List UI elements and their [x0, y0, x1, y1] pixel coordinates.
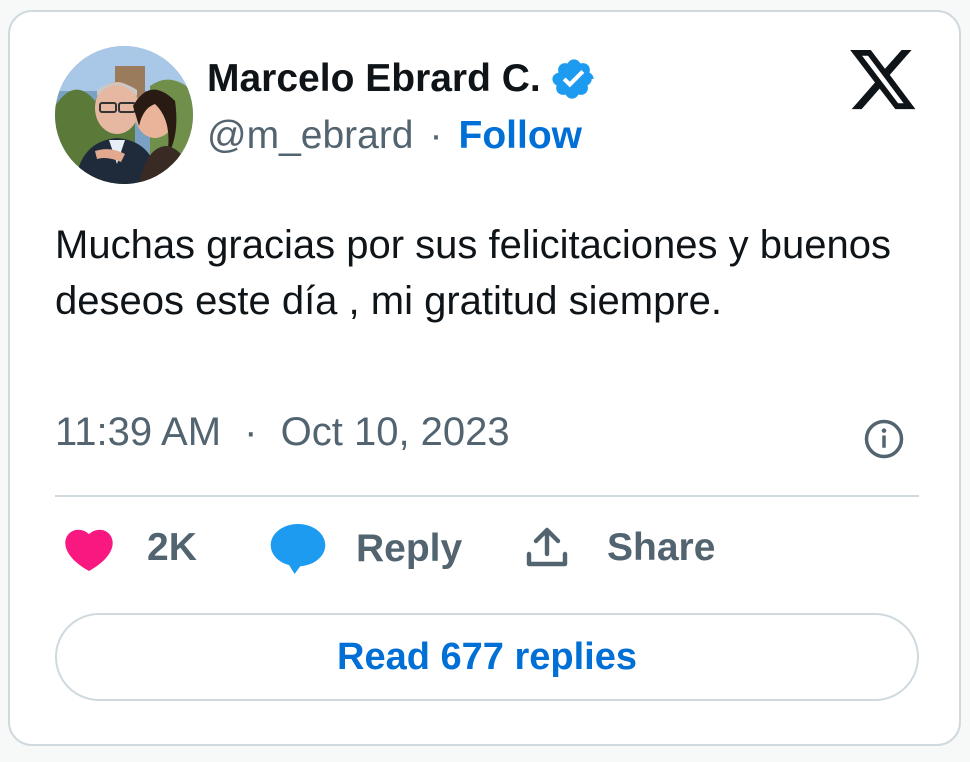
follow-button[interactable]: Follow: [459, 114, 582, 158]
reply-label: Reply: [356, 527, 463, 570]
share-upload-icon: [526, 527, 568, 567]
heart-icon: [65, 529, 113, 571]
author-name-row: Marcelo Ebrard C.: [207, 56, 597, 102]
info-icon[interactable]: [863, 418, 905, 460]
author-handle[interactable]: @m_ebrard: [207, 114, 414, 158]
tweet-timestamp[interactable]: 11:39 AM · Oct 10, 2023: [55, 410, 510, 455]
like-button[interactable]: 2K: [63, 524, 197, 572]
share-label: Share: [607, 526, 716, 569]
tweet-text: Muchas gracias por sus felicitaciones y …: [55, 223, 891, 323]
avatar[interactable]: [55, 46, 193, 184]
divider: [55, 495, 919, 497]
read-replies-button[interactable]: Read 677 replies: [55, 613, 919, 701]
tweet-card: Marcelo Ebrard C. @m_ebrard · Follow Muc…: [8, 10, 961, 746]
reply-bubble-icon: [270, 524, 326, 574]
handle-row: @m_ebrard · Follow: [207, 114, 582, 158]
display-name[interactable]: Marcelo Ebrard C.: [207, 57, 541, 101]
reply-button[interactable]: Reply: [270, 524, 462, 574]
timestamp-separator: ·: [244, 410, 258, 454]
like-count: 2K: [147, 526, 197, 569]
share-button[interactable]: Share: [523, 524, 715, 572]
verified-badge-icon: [552, 59, 594, 99]
separator-dot: ·: [429, 114, 443, 157]
tweet-date: Oct 10, 2023: [280, 410, 510, 454]
tweet-time: 11:39 AM: [55, 410, 222, 454]
x-logo-icon[interactable]: [850, 50, 918, 112]
